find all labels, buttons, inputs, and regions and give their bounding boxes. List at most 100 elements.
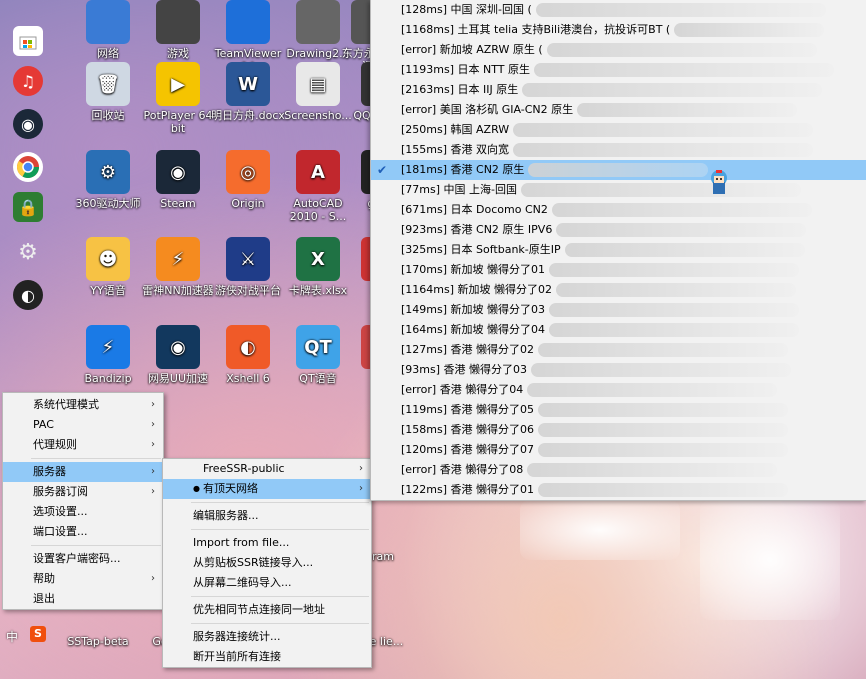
server-item[interactable]: ✔ [181ms] 香港 CN2 原生	[371, 160, 866, 180]
desktop-icon-label: 游戏	[167, 47, 189, 60]
redacted-text	[549, 263, 800, 277]
server-item[interactable]: [923ms] 香港 CN2 原生 IPV6	[371, 220, 866, 240]
server-item[interactable]: [128ms] 中国 深圳-回国 (	[371, 0, 866, 20]
server-item[interactable]: [149ms] 新加坡 懒得分了03	[371, 300, 866, 320]
server-item-label: [1193ms] 日本 NTT 原生	[401, 63, 530, 76]
server-group-item[interactable]: FreeSSR-public ›	[163, 459, 371, 479]
server-item[interactable]: [170ms] 新加坡 懒得分了01	[371, 260, 866, 280]
server-item[interactable]: [158ms] 香港 懒得分了06	[371, 420, 866, 440]
menu-item[interactable]: 端口设置...	[3, 522, 163, 542]
server-item[interactable]: [1168ms] 土耳其 telia 支持Bili港澳台，抗投诉可BT (	[371, 20, 866, 40]
server-item-label: [158ms] 香港 懒得分了06	[401, 423, 535, 436]
menu-item-label: 优先相同节点连接同一地址	[193, 603, 325, 616]
menu-item[interactable]: 帮助 ›	[3, 569, 163, 589]
menu-item-label: 编辑服务器...	[193, 509, 259, 522]
redacted-text	[535, 3, 826, 17]
server-item[interactable]: [error] 香港 懒得分了08	[371, 460, 866, 480]
desktop-icon[interactable]: ◉ Steam	[140, 150, 216, 210]
menu-item-label: 断开当前所有连接	[193, 650, 281, 663]
app-icon: A	[296, 150, 340, 194]
server-submenu: FreeSSR-public › ● 有顶天网络 › 编辑服务器... Import fro…	[162, 458, 372, 668]
server-item[interactable]: [122ms] 香港 懒得分了01	[371, 480, 866, 500]
server-group-item[interactable]: ● 有顶天网络 ›	[163, 479, 371, 499]
server-item[interactable]: [325ms] 日本 Softbank-原生IP	[371, 240, 866, 260]
menu-item[interactable]: 服务器订阅 ›	[3, 482, 163, 502]
menu-item[interactable]: 服务器连接统计...	[163, 627, 371, 647]
server-item-label: [127ms] 香港 懒得分了02	[401, 343, 535, 356]
desktop-icon-label: Origin	[231, 197, 265, 210]
app-icon: ▤	[296, 62, 340, 106]
desktop-icon[interactable]: ⚡ Bandizip	[70, 325, 146, 385]
server-item[interactable]: [error] 香港 懒得分了04	[371, 380, 866, 400]
menu-item[interactable]: 退出	[3, 589, 163, 609]
server-item[interactable]: [93ms] 香港 懒得分了03	[371, 360, 866, 380]
menu-item[interactable]: Import from file...	[163, 533, 371, 553]
server-item[interactable]: [1193ms] 日本 NTT 原生	[371, 60, 866, 80]
redacted-text	[513, 143, 814, 157]
store-icon[interactable]	[13, 26, 43, 56]
desktop-icon[interactable]: ▶ PotPlayer 64 bit	[140, 62, 216, 135]
server-item[interactable]: [2163ms] 日本 IIJ 原生	[371, 80, 866, 100]
server-item[interactable]: [119ms] 香港 懒得分了05	[371, 400, 866, 420]
desktop-icon[interactable]: W 明日方舟.docx	[210, 62, 286, 122]
menu-item-label: 选项设置...	[33, 505, 88, 518]
server-item[interactable]: [120ms] 香港 懒得分了07	[371, 440, 866, 460]
desktop-icon[interactable]: ◎ Origin	[210, 150, 286, 210]
menu-item[interactable]: 从屏幕二维码导入...	[163, 573, 371, 593]
menu-item[interactable]: 系统代理模式 ›	[3, 395, 163, 415]
server-item[interactable]: [671ms] 日本 Docomo CN2	[371, 200, 866, 220]
desktop-icon[interactable]: ⚔ 游侠对战平台	[210, 237, 286, 297]
shield-icon[interactable]: 🔒	[13, 192, 43, 222]
side-launcher: ♫ ◉ 🔒 ⚙ ◐	[0, 0, 56, 395]
gear-icon[interactable]: ⚙	[13, 237, 43, 267]
server-item[interactable]: [250ms] 韩国 AZRW	[371, 120, 866, 140]
desktop-icon[interactable]: 🗑 回收站	[70, 62, 146, 122]
desktop-icon[interactable]: ☻ YY语音	[70, 237, 146, 297]
desktop-icon[interactable]: ⚙ 360驱动大师	[70, 150, 146, 210]
sogou-icon[interactable]: S	[30, 626, 46, 642]
desktop-icon[interactable]: ◐ Xshell 6	[210, 325, 286, 385]
server-item-label: [2163ms] 日本 IIJ 原生	[401, 83, 519, 96]
server-item-label: [671ms] 日本 Docomo CN2	[401, 203, 548, 216]
server-item[interactable]: [77ms] 中国 上海-回国	[371, 180, 866, 200]
menu-item[interactable]: 选项设置...	[3, 502, 163, 522]
ime-indicator[interactable]: 中	[6, 628, 18, 645]
desktop-icon-label: 360驱动大师	[75, 197, 141, 210]
menu-item[interactable]: 代理规则 ›	[3, 435, 163, 455]
app-icon: X	[296, 237, 340, 281]
server-item-label: [error] 香港 懒得分了04	[401, 383, 524, 396]
menu-item[interactable]: 断开当前所有连接	[163, 647, 371, 667]
menu-item[interactable]: 编辑服务器...	[163, 506, 371, 526]
desktop-icon[interactable]: ◉ 网易UU加速	[140, 325, 216, 385]
menu-item[interactable]: 优先相同节点连接同一地址	[163, 600, 371, 620]
desktop-icon[interactable]: ⚡ 雷神NN加速器	[140, 237, 216, 297]
server-item-label: [119ms] 香港 懒得分了05	[401, 403, 535, 416]
steam-icon[interactable]: ◉	[13, 109, 43, 139]
server-item[interactable]: [error] 新加坡 AZRW 原生 (	[371, 40, 866, 60]
menu-item[interactable]: PAC ›	[3, 415, 163, 435]
redacted-text	[521, 183, 801, 197]
menu-item[interactable]: 从剪贴板SSR链接导入...	[163, 553, 371, 573]
server-item-label: [1168ms] 土耳其 telia 支持Bili港澳台，抗投诉可BT (	[401, 23, 671, 36]
menu-separator	[191, 596, 369, 597]
server-item[interactable]: [155ms] 香港 双向宽	[371, 140, 866, 160]
obs-icon[interactable]: ◐	[13, 280, 43, 310]
server-item[interactable]: [164ms] 新加坡 懒得分了04	[371, 320, 866, 340]
menu-item[interactable]: 服务器 ›	[3, 462, 163, 482]
menu-separator	[31, 458, 161, 459]
server-item[interactable]: [127ms] 香港 懒得分了02	[371, 340, 866, 360]
chrome-icon[interactable]	[13, 152, 43, 182]
desktop-icon[interactable]: 网络	[70, 0, 146, 60]
server-item-label: [181ms] 香港 CN2 原生	[401, 163, 525, 176]
server-item[interactable]: [1164ms] 新加坡 懒得分了02	[371, 280, 866, 300]
desktop-icon-label: SSTap-beta	[67, 635, 129, 648]
app-icon: ⚔	[226, 237, 270, 281]
desktop-icon-label: YY语音	[90, 284, 126, 297]
server-item-label: [128ms] 中国 深圳-回国 (	[401, 3, 532, 16]
netease-music-icon[interactable]: ♫	[13, 66, 43, 96]
desktop-icon[interactable]: 游戏	[140, 0, 216, 60]
menu-item[interactable]: 设置客户端密码...	[3, 549, 163, 569]
menu-item-label: 从屏幕二维码导入...	[193, 576, 292, 589]
server-item[interactable]: [error] 美国 洛杉矶 GIA-CN2 原生	[371, 100, 866, 120]
menu-item-label: 退出	[33, 592, 55, 605]
